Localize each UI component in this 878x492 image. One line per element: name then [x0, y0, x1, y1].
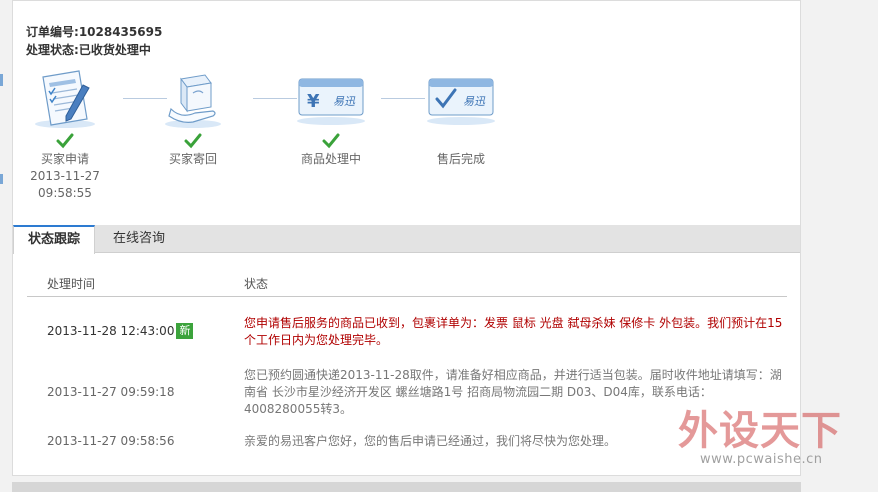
row-status-text: 您申请售后服务的商品已收到，包裹详单为：发票 鼠标 光盘 弑母杀妹 保修卡 外包…: [244, 316, 783, 347]
row-time: 2013-11-27 09:58:56: [47, 434, 175, 448]
tab-bar: 状态跟踪 在线咨询: [13, 225, 800, 254]
watermark: 外设天下 www.pcwaishe.cn: [678, 398, 868, 473]
card-brand-text: 易迅: [333, 95, 356, 108]
status-label: 处理状态:: [26, 43, 79, 57]
order-number-row: 订单编号:1028435695: [26, 23, 162, 41]
step-buyer-apply: 买家申请 2013-11-27 09:58:55: [10, 69, 120, 202]
yixun-yen-card-icon: ¥ 易迅: [291, 69, 371, 129]
edge-marker: [0, 74, 3, 86]
tab-online-consult[interactable]: 在线咨询: [99, 225, 179, 253]
check-icon: [322, 133, 340, 149]
card-brand-text: 易迅: [463, 95, 486, 108]
step-label: 买家申请: [40, 152, 89, 166]
row-time-text: 2013-11-28 12:43:00: [47, 324, 175, 338]
application-form-icon: [25, 69, 105, 129]
status-row: 处理状态:已收货处理中: [26, 41, 162, 59]
step-date: 2013-11-27: [30, 169, 100, 183]
order-number-value: 1028435695: [78, 25, 163, 39]
status-value: 已收货处理中: [78, 43, 151, 57]
row-time: 2013-11-27 09:59:18: [47, 385, 175, 399]
step-buyer-return: 买家寄回: [138, 69, 248, 168]
check-icon: [56, 133, 74, 149]
tab-status-tracking[interactable]: 状态跟踪: [13, 225, 96, 254]
row-time: 2013-11-28 12:43:00 新: [47, 323, 194, 339]
svg-text:¥: ¥: [307, 91, 320, 112]
step-processing: ¥ 易迅 商品处理中: [276, 69, 386, 168]
progress-steps: 买家申请 2013-11-27 09:58:55 买家寄回 ¥ 易迅 商品处理中…: [13, 69, 800, 209]
new-badge: 新: [176, 323, 194, 339]
edge-marker: [0, 174, 3, 184]
watermark-logo-text: 外设天下: [678, 408, 842, 454]
col-header-status: 状态: [244, 277, 269, 291]
yixun-check-card-icon: 易迅: [421, 69, 501, 129]
check-icon: [184, 133, 202, 149]
package-hand-icon: [153, 69, 233, 129]
step-label: 买家寄回: [168, 152, 217, 166]
step-label: 售后完成: [436, 152, 485, 166]
step-complete: 易迅 售后完成: [406, 69, 516, 168]
watermark-url: www.pcwaishe.cn: [700, 452, 823, 467]
status-table: 处理时间 状态 2013-11-28 12:43:00 新 您申请售后服务的商品已…: [27, 263, 787, 448]
order-info: 订单编号:1028435695 处理状态:已收货处理中: [26, 23, 162, 59]
step-label: 商品处理中: [300, 152, 361, 166]
order-number-label: 订单编号:: [26, 25, 79, 39]
table-header: 处理时间 状态: [27, 263, 787, 297]
step-time: 09:58:55: [38, 186, 92, 200]
next-section-header: [12, 482, 801, 492]
col-header-time: 处理时间: [47, 277, 96, 291]
